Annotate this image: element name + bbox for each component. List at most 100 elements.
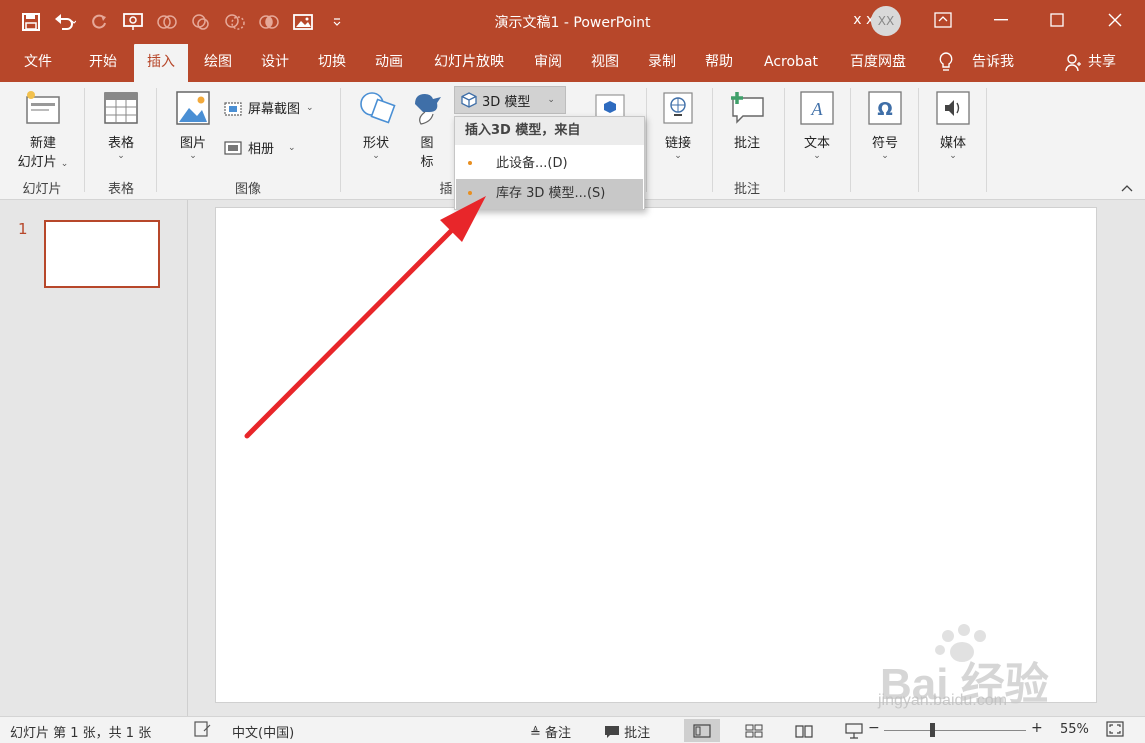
slide-thumbnail[interactable]: [44, 220, 160, 288]
shape-fragment-icon[interactable]: [222, 9, 248, 35]
tab-home[interactable]: 开始: [77, 44, 129, 82]
screenshot-icon: [224, 101, 242, 116]
picture-icon[interactable]: [290, 9, 316, 35]
collapse-ribbon-icon[interactable]: [1121, 181, 1133, 195]
notes-button[interactable]: ≜ 备注: [530, 722, 571, 741]
present-icon[interactable]: [120, 9, 146, 35]
tab-record[interactable]: 录制: [636, 44, 688, 82]
separator: [712, 88, 713, 192]
notes-label: 备注: [545, 726, 572, 741]
from-this-device-item[interactable]: 此设备...(D): [456, 149, 643, 179]
comment-button[interactable]: 批注: [722, 88, 772, 151]
zoom-in-icon[interactable]: +: [1031, 720, 1043, 736]
tab-slideshow[interactable]: 幻灯片放映: [424, 44, 514, 82]
new-slide-label-line2: 幻灯片 ⌄: [17, 155, 69, 170]
symbol-button[interactable]: Ω 符号 ⌄: [862, 88, 908, 161]
slide-canvas[interactable]: [215, 207, 1097, 703]
tab-transitions[interactable]: 切换: [306, 44, 358, 82]
tab-animations[interactable]: 动画: [363, 44, 415, 82]
shapes-label: 形状: [362, 136, 389, 151]
tab-draw[interactable]: 绘图: [192, 44, 244, 82]
group-label-illustrations: 插: [439, 182, 453, 197]
zoom-slider[interactable]: [884, 730, 1026, 731]
tab-tell-me[interactable]: 告诉我: [962, 44, 1024, 82]
tab-acrobat[interactable]: Acrobat: [756, 44, 826, 82]
ribbon-tabs: 文件 开始 插入 绘图 设计 切换 动画 幻灯片放映 审阅 视图 录制 帮助 A…: [0, 44, 1145, 82]
zoom-level[interactable]: 55%: [1060, 722, 1089, 737]
icons-icon: [407, 88, 447, 128]
tab-design[interactable]: 设计: [249, 44, 301, 82]
dropdown-header: 插入3D 模型，来自: [455, 117, 644, 145]
normal-view-icon[interactable]: [684, 719, 720, 742]
close-icon[interactable]: [1092, 0, 1138, 40]
3d-model-button[interactable]: 3D 模型 ⌄: [454, 86, 566, 114]
tab-file[interactable]: 文件: [12, 44, 64, 82]
slide-thumbnail-pane: 1: [0, 200, 188, 716]
undo-icon[interactable]: [52, 9, 78, 35]
watermark-url: jingyan.baidu.com: [878, 692, 1007, 709]
redo-icon[interactable]: [86, 9, 112, 35]
omega-icon: Ω: [865, 88, 905, 128]
link-label: 链接: [664, 136, 691, 151]
status-bar: 幻灯片 第 1 张，共 1 张 中文(中国) ≜ 备注 批注 − + 55%: [0, 716, 1145, 743]
from-this-device-label: 此设备...(D): [496, 156, 568, 171]
avatar[interactable]: XX: [871, 6, 901, 36]
icons-label-line1: 图: [420, 136, 434, 151]
icons-label-line2: 标: [420, 155, 434, 170]
photo-album-button[interactable]: 相册 ⌄: [224, 138, 296, 157]
maximize-icon[interactable]: [1034, 0, 1080, 40]
3d-model-label: 3D 模型: [482, 94, 531, 110]
separator: [646, 88, 647, 192]
shapes-caret-icon: ⌄: [372, 151, 380, 161]
save-icon[interactable]: [18, 9, 44, 35]
customize-qat-icon[interactable]: [324, 9, 350, 35]
icons-button[interactable]: 图 标: [404, 88, 450, 170]
shape-intersect-icon[interactable]: [256, 9, 282, 35]
comments-button[interactable]: 批注: [604, 722, 650, 741]
vertical-scrollbar[interactable]: [1130, 200, 1145, 716]
tab-review[interactable]: 审阅: [522, 44, 574, 82]
table-label: 表格: [107, 136, 134, 151]
language-status[interactable]: 中文(中国): [232, 722, 294, 741]
new-slide-label-line1: 新建: [29, 136, 56, 151]
accessibility-icon[interactable]: [194, 721, 212, 741]
tab-help[interactable]: 帮助: [693, 44, 745, 82]
slideshow-view-icon[interactable]: [836, 719, 872, 742]
minimize-icon[interactable]: [978, 0, 1024, 40]
text-label: 文本: [803, 136, 830, 151]
shape-combine-icon[interactable]: [188, 9, 214, 35]
shape-union-icon[interactable]: [154, 9, 180, 35]
reading-view-icon[interactable]: [786, 719, 822, 742]
screenshot-label: 屏幕截图: [248, 102, 301, 117]
stock-3d-models-item[interactable]: 库存 3D 模型...(S): [456, 179, 643, 209]
text-button[interactable]: A 文本 ⌄: [794, 88, 840, 161]
media-button[interactable]: 媒体 ⌄: [930, 88, 976, 161]
notes-icon: ≜: [530, 726, 541, 741]
picture-button[interactable]: 图片 ⌄: [168, 88, 218, 161]
stock-3d-models-label: 库存 3D 模型...(S): [496, 186, 606, 201]
link-button[interactable]: 链接 ⌄: [654, 88, 702, 161]
zoom-slider-handle[interactable]: [930, 723, 935, 737]
tab-baidu-netdisk[interactable]: 百度网盘: [840, 44, 916, 82]
group-label-slides: 幻灯片: [22, 182, 62, 197]
screenshot-button[interactable]: 屏幕截图 ⌄: [224, 98, 314, 117]
separator: [918, 88, 919, 192]
tab-view[interactable]: 视图: [579, 44, 631, 82]
photo-album-icon: [224, 140, 242, 155]
new-slide-button[interactable]: 新建 幻灯片 ⌄: [10, 88, 76, 170]
tab-share[interactable]: 共享: [1084, 44, 1120, 82]
group-label-table: 表格: [107, 182, 134, 197]
slide-sorter-view-icon[interactable]: [736, 719, 772, 742]
separator: [784, 88, 785, 192]
fit-to-window-icon[interactable]: [1106, 721, 1124, 741]
tell-me-icon[interactable]: [934, 44, 958, 82]
tab-insert[interactable]: 插入: [134, 44, 188, 82]
separator: [156, 88, 157, 192]
ribbon-display-options-icon[interactable]: [920, 0, 966, 40]
table-button[interactable]: 表格 ⌄: [96, 88, 146, 161]
share-icon[interactable]: [1062, 44, 1084, 82]
shapes-button[interactable]: 形状 ⌄: [352, 88, 400, 161]
zoom-out-icon[interactable]: −: [868, 720, 880, 736]
comments-label: 批注: [624, 726, 651, 741]
svg-text:A: A: [811, 99, 824, 119]
